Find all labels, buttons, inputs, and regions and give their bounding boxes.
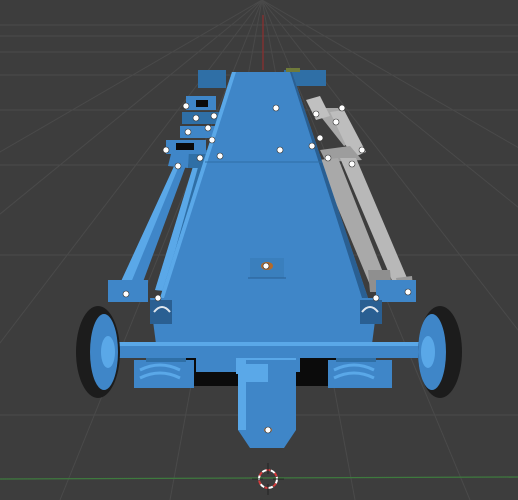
left-wheel: [76, 306, 120, 398]
tow-bar: [238, 360, 296, 448]
right-wheel: [418, 306, 462, 398]
3d-viewport[interactable]: [0, 0, 518, 500]
3d-cursor-icon[interactable]: [252, 463, 284, 495]
front-axle-highlight: [100, 342, 430, 346]
viewport-canvas[interactable]: [0, 0, 518, 500]
